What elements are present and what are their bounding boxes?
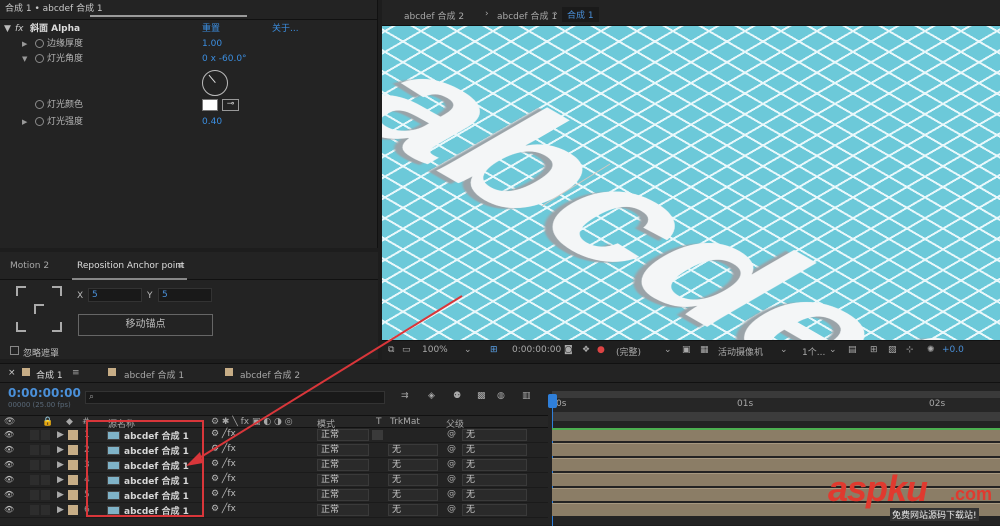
watermark-logo: aspku .com 免费网站源码下载站! <box>828 468 993 521</box>
annotation-arrow <box>186 295 463 466</box>
